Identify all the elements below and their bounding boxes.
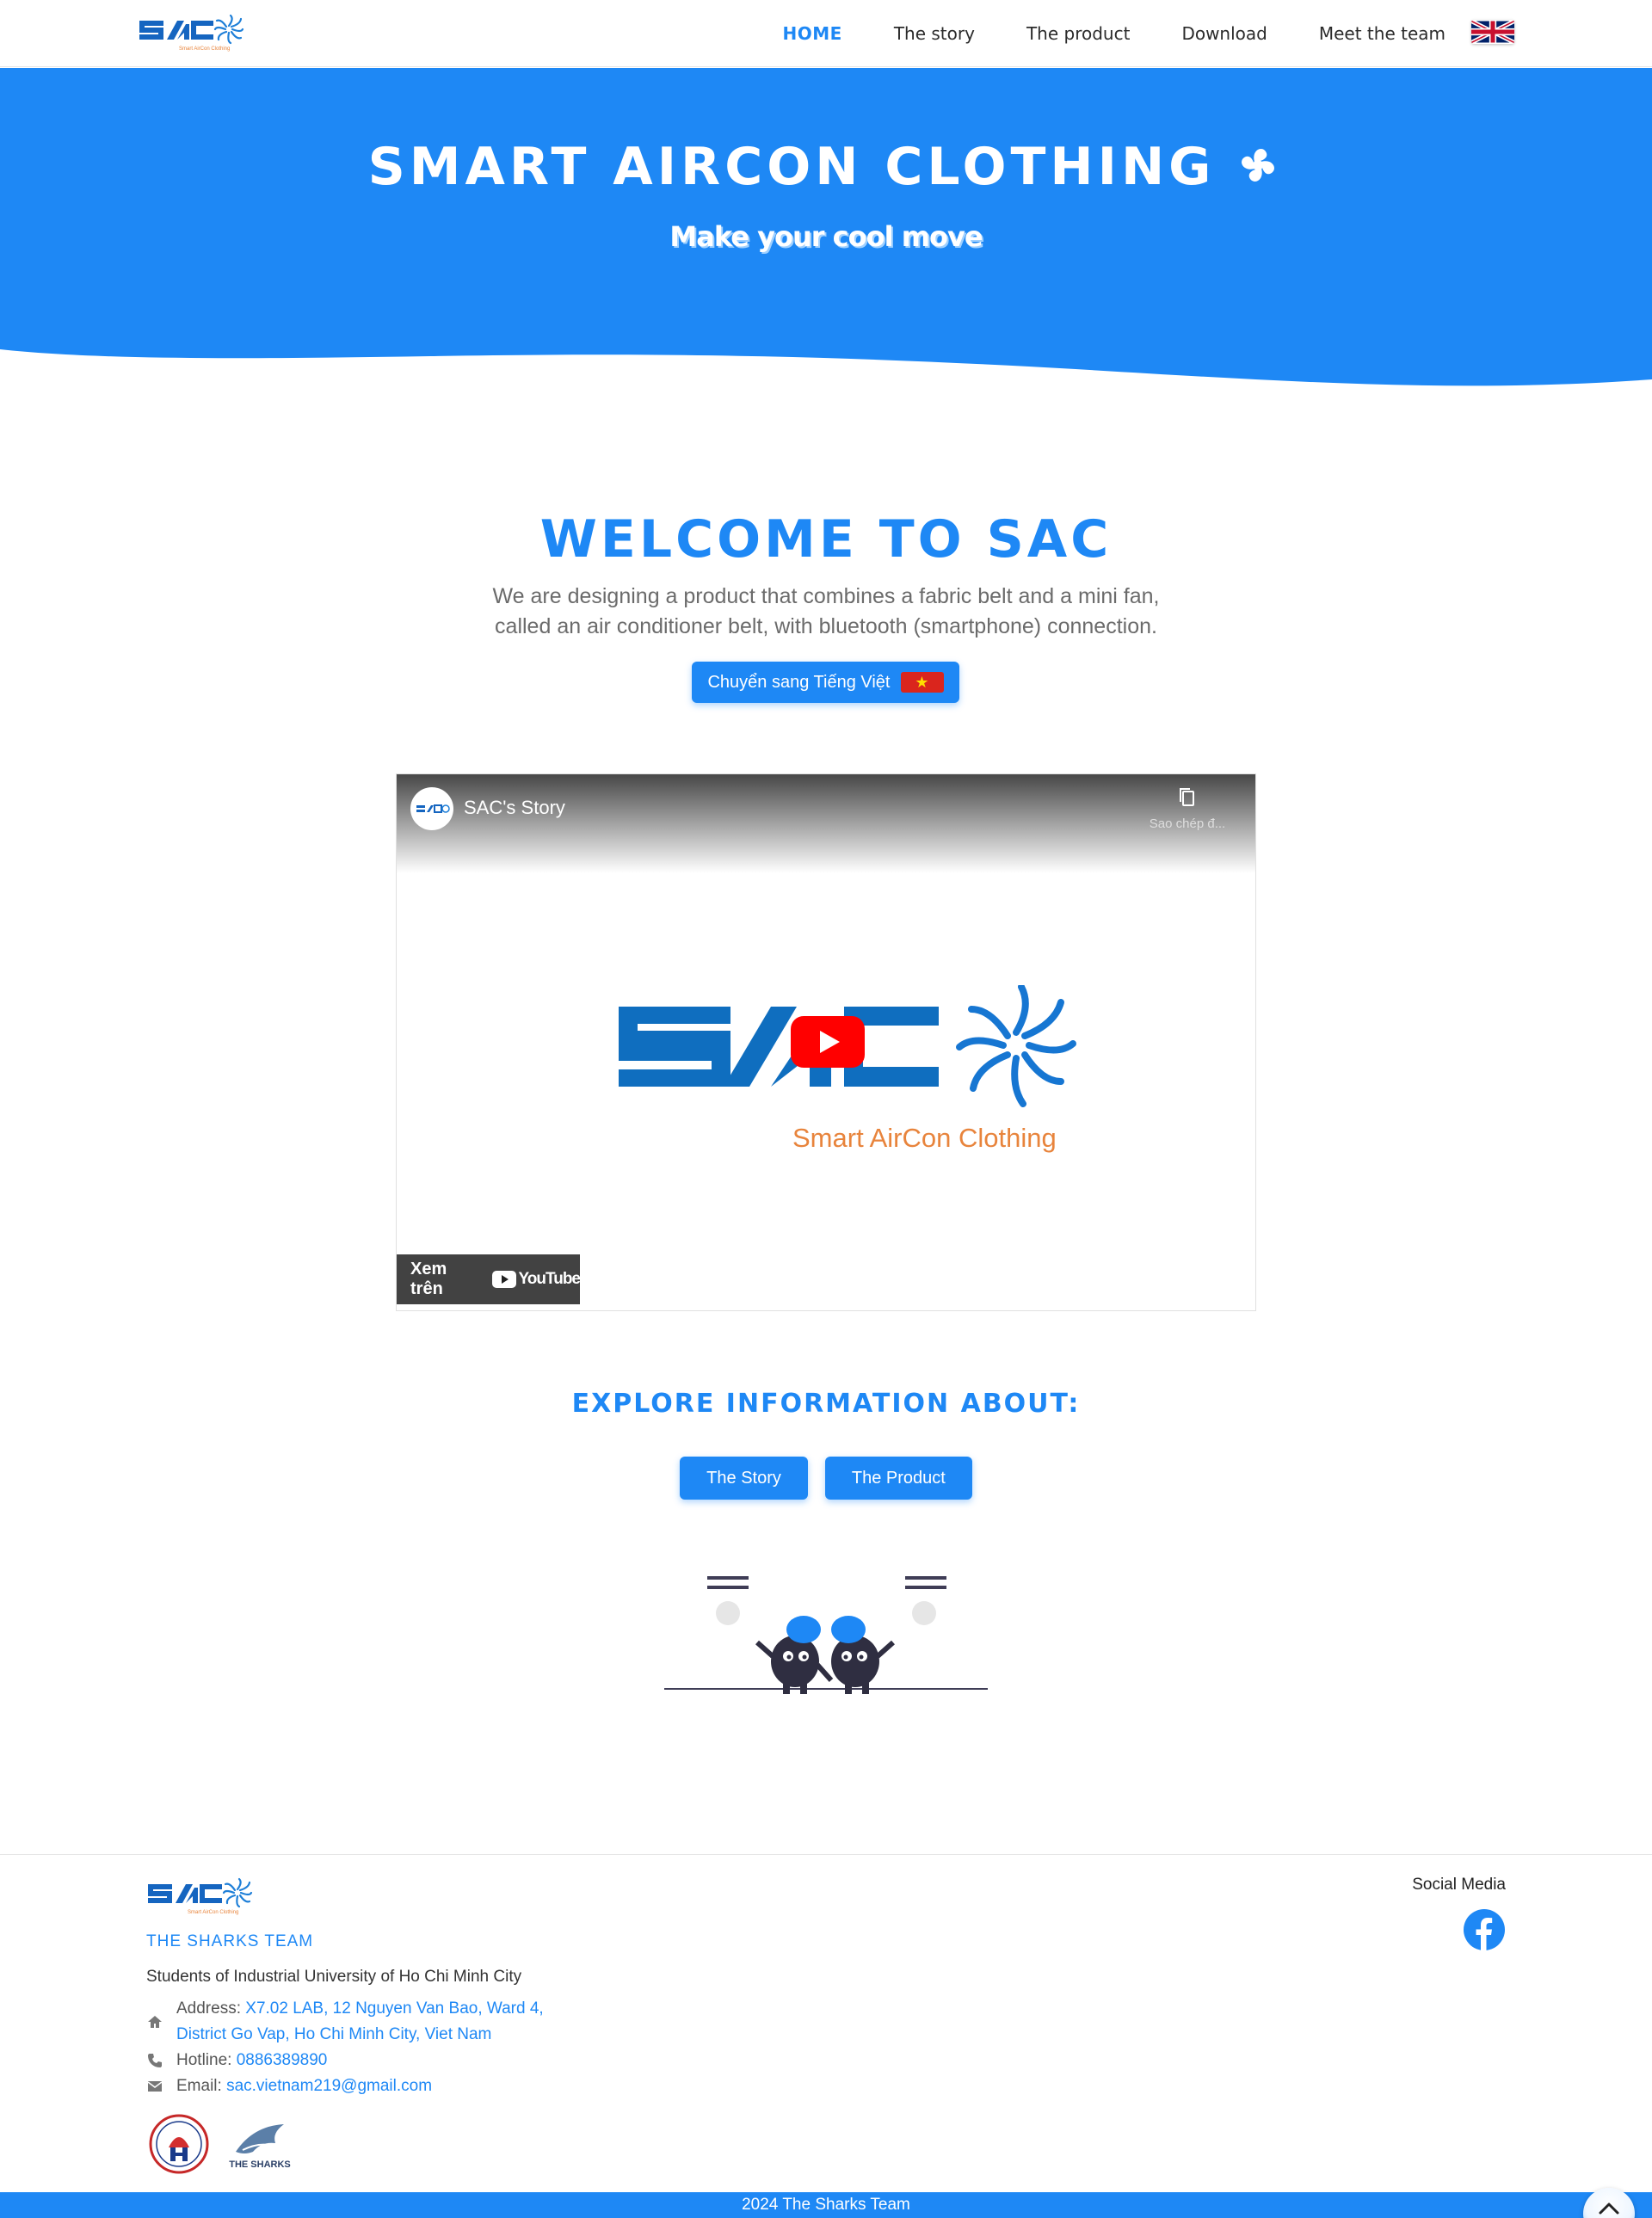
youtube-logo-icon: YouTube (491, 1270, 581, 1289)
chevron-up-icon (1599, 2203, 1619, 2215)
phone-icon (148, 2054, 162, 2067)
video-thumbnail-sac-logo: Smart AirCon Clothing (619, 985, 1076, 1153)
friends-illustration (664, 1576, 988, 1694)
hero-title: SMART AIRCON CLOTHING (0, 137, 1652, 197)
uk-flag-icon[interactable] (1471, 20, 1514, 44)
social-media-label: Social Media (1412, 1876, 1506, 1894)
facebook-icon[interactable] (1463, 1908, 1506, 1951)
nav-the-product[interactable]: The product (1026, 23, 1130, 44)
the-product-button[interactable]: The Product (824, 1457, 972, 1500)
the-story-button[interactable]: The Story (680, 1457, 808, 1500)
welcome-description: We are designing a product that combines… (492, 584, 1160, 638)
svg-text:THE SHARKS: THE SHARKS (229, 2159, 291, 2170)
email-row: Email: sac.vietnam219@gmail.com (146, 2073, 432, 2099)
hotline-link[interactable]: 0886389890 (237, 2051, 328, 2069)
switch-to-vietnamese-button[interactable]: Chuyển sang Tiếng Việt ★ (692, 662, 959, 703)
main-menu: HOME The story The product Download Meet… (731, 0, 1446, 67)
hotline-row: Hotline: 0886389890 (146, 2048, 327, 2073)
sac-logo[interactable]: Smart AirCon Clothing (146, 1877, 255, 1917)
video-top-overlay (397, 774, 1255, 873)
copyright-bar: 2024 The Sharks Team (0, 2192, 1652, 2218)
watch-on-youtube-button[interactable]: Xem trên YouTube (397, 1254, 581, 1304)
sac-logo (416, 804, 450, 813)
explore-buttons: The Story The Product (0, 1457, 1652, 1500)
youtube-video-embed[interactable]: SAC's Story Sao chép đ... Smart AirCon C… (396, 773, 1256, 1311)
vietnam-flag-icon: ★ (900, 672, 944, 693)
address-link[interactable]: X7.02 LAB, 12 Nguyen Van Bao, Ward 4, (245, 1999, 543, 2018)
hero-banner: SMART AIRCON CLOTHING Make your cool mov… (0, 68, 1652, 395)
home-icon (148, 2016, 162, 2028)
channel-avatar[interactable] (410, 787, 453, 830)
hero-subtitle: Make your cool move (669, 220, 983, 253)
nav-download[interactable]: Download (1181, 23, 1267, 44)
copy-link-button[interactable]: Sao chép đ... (1140, 786, 1235, 831)
nav-home[interactable]: HOME (783, 23, 842, 44)
team-name: THE SHARKS TEAM (146, 1932, 314, 1950)
the-sharks-logo: THE SHARKS (229, 2124, 291, 2170)
play-icon[interactable] (791, 1016, 865, 1068)
sac-logo[interactable]: Smart AirCon Clothing (138, 14, 246, 53)
students-info: Students of Industrial University of Ho … (146, 1968, 522, 1986)
site-footer: Smart AirCon Clothing THE SHARKS TEAM St… (0, 1854, 1652, 2192)
mail-icon (147, 2081, 163, 2092)
email-link[interactable]: sac.vietnam219@gmail.com (226, 2077, 432, 2095)
university-logo (149, 2114, 209, 2174)
thumbnail-tagline: Smart AirCon Clothing (792, 1123, 1057, 1153)
svg-text:Smart AirCon Clothing: Smart AirCon Clothing (188, 1910, 238, 1915)
address-link-line2[interactable]: District Go Vap, Ho Chi Minh City, Viet … (176, 2025, 491, 2043)
explore-title: EXPLORE INFORMATION ABOUT: (571, 1389, 1081, 1419)
top-navbar: Smart AirCon Clothing HOME The story The… (0, 0, 1652, 67)
nav-the-story[interactable]: The story (894, 23, 975, 44)
logo-tagline: Smart AirCon Clothing (179, 46, 230, 52)
video-title[interactable]: SAC's Story (464, 797, 565, 819)
welcome-title: WELCOME TO SAC (539, 509, 1113, 570)
copy-icon (1180, 788, 1194, 806)
nav-meet-the-team[interactable]: Meet the team (1319, 23, 1446, 44)
address-row: Address: X7.02 LAB, 12 Nguyen Van Bao, W… (146, 1996, 544, 2048)
fan-icon (1242, 149, 1275, 182)
